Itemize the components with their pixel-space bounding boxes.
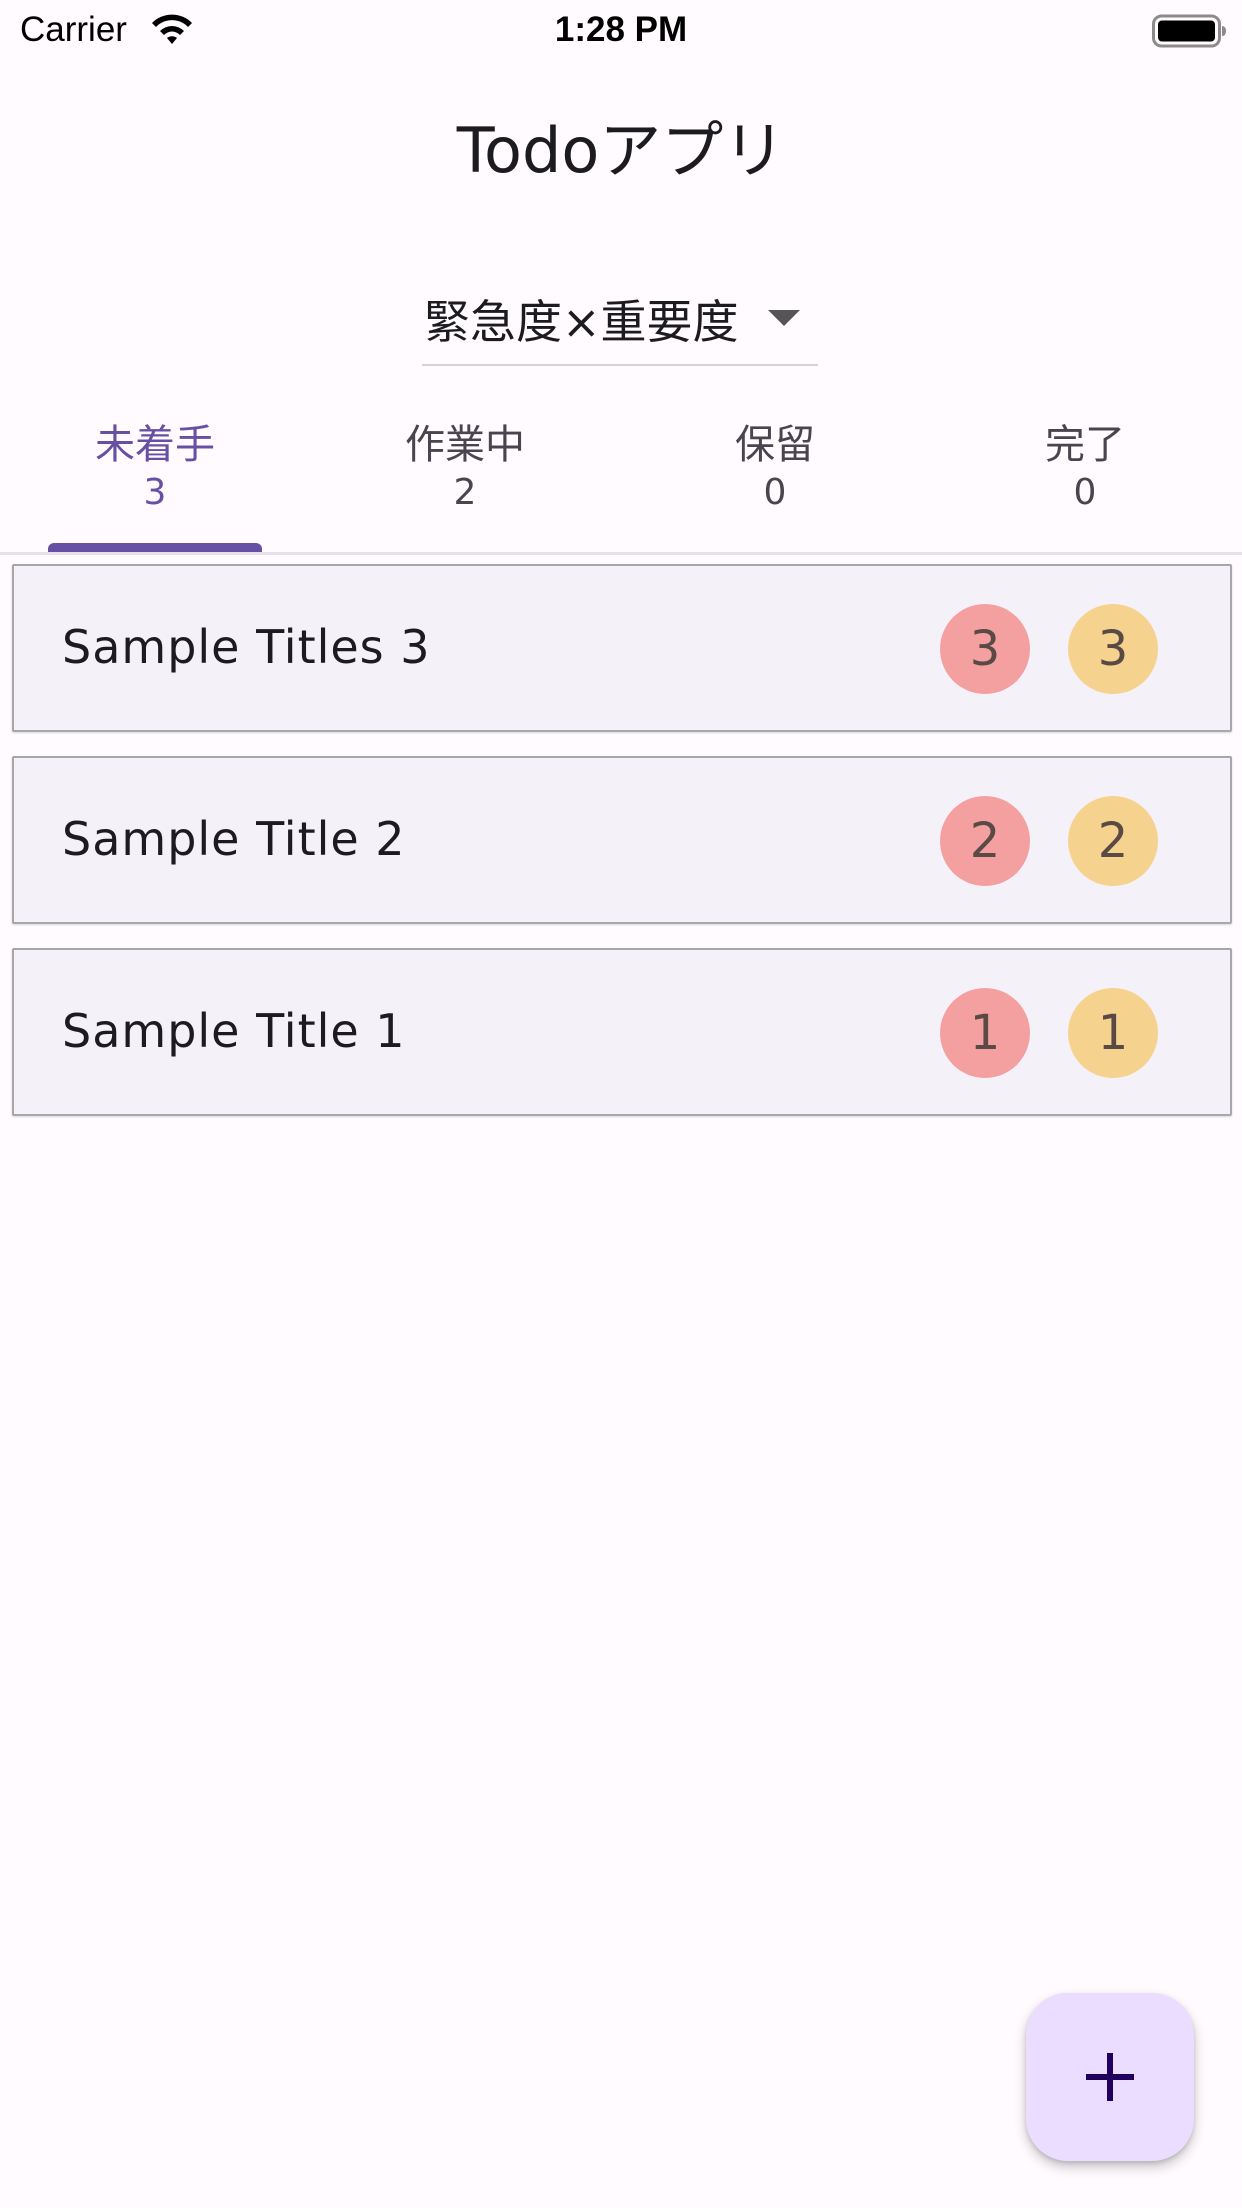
tab-indicator — [48, 543, 262, 552]
status-tabs: 未着手 3 作業中 2 保留 0 完了 0 — [0, 400, 1242, 555]
tab-completed[interactable]: 完了 0 — [930, 400, 1240, 550]
tab-in-progress[interactable]: 作業中 2 — [310, 400, 620, 550]
importance-badge: 3 — [1068, 604, 1158, 694]
task-title: Sample Title 2 — [62, 812, 406, 866]
task-title: Sample Title 1 — [62, 1004, 406, 1058]
add-task-button[interactable] — [1026, 1993, 1194, 2161]
task-card[interactable]: Sample Title 1 1 1 — [12, 948, 1232, 1116]
tab-label: 作業中 — [405, 422, 525, 468]
tab-label: 完了 — [1045, 422, 1125, 468]
sort-dropdown-value: 緊急度×重要度 — [424, 295, 739, 349]
tab-count: 0 — [763, 472, 787, 513]
arrow-drop-down-icon — [768, 310, 800, 326]
tab-label: 保留 — [735, 422, 815, 468]
tab-count: 2 — [453, 472, 477, 513]
task-card[interactable]: Sample Title 2 2 2 — [12, 756, 1232, 924]
tab-count: 3 — [143, 472, 167, 513]
tab-label: 未着手 — [95, 422, 215, 468]
plus-icon — [1086, 2053, 1134, 2101]
tab-on-hold[interactable]: 保留 0 — [620, 400, 930, 550]
task-card[interactable]: Sample Titles 3 3 3 — [12, 564, 1232, 732]
importance-badge: 1 — [1068, 988, 1158, 1078]
urgency-badge: 1 — [940, 988, 1030, 1078]
page-title: Todoアプリ — [456, 114, 786, 187]
urgency-badge: 3 — [940, 604, 1030, 694]
sort-dropdown[interactable]: 緊急度×重要度 — [422, 280, 818, 366]
importance-badge: 2 — [1068, 796, 1158, 886]
status-bar: Carrier 1:28 PM — [0, 0, 1242, 62]
tab-not-started[interactable]: 未着手 3 — [0, 400, 310, 552]
clock: 1:28 PM — [554, 10, 688, 49]
battery-icon — [1152, 14, 1226, 48]
task-title: Sample Titles 3 — [62, 620, 431, 674]
urgency-badge: 2 — [940, 796, 1030, 886]
tab-count: 0 — [1073, 472, 1097, 513]
